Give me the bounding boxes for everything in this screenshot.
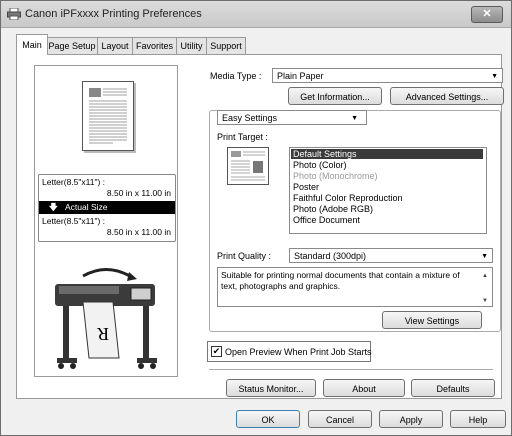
settings-mode-select[interactable]: Easy Settings ▼ bbox=[217, 110, 367, 125]
tab-favorites[interactable]: Favorites bbox=[132, 37, 177, 54]
advanced-settings-button[interactable]: Advanced Settings... bbox=[390, 87, 504, 105]
get-information-button[interactable]: Get Information... bbox=[288, 87, 382, 105]
tab-page-setup[interactable]: Page Setup bbox=[46, 37, 98, 54]
open-preview-label[interactable]: Open Preview When Print Job Starts bbox=[225, 347, 372, 357]
source-size-value: 8.50 in x 11.00 in bbox=[106, 188, 171, 198]
open-preview-checkbox[interactable]: ✔ bbox=[211, 346, 222, 357]
printed-page-letter: R bbox=[97, 324, 109, 344]
list-item[interactable]: Faithful Color Reproduction bbox=[293, 193, 403, 203]
printer-icon bbox=[7, 8, 21, 20]
main-tab-panel: Letter(8.5"x11") : 8.50 in x 11.00 in 🡇 … bbox=[16, 54, 504, 399]
list-item[interactable]: Photo (Adobe RGB) bbox=[293, 204, 373, 214]
tab-main[interactable]: Main bbox=[16, 34, 48, 55]
divider bbox=[209, 369, 493, 370]
tab-support[interactable]: Support bbox=[206, 37, 246, 54]
status-monitor-button[interactable]: Status Monitor... bbox=[226, 379, 316, 397]
scroll-up-icon[interactable]: ▲ bbox=[482, 271, 488, 282]
about-button[interactable]: About bbox=[323, 379, 405, 397]
output-size-label: Letter(8.5"x11") : bbox=[42, 216, 106, 226]
media-type-select[interactable]: Plain Paper ▼ bbox=[272, 68, 503, 83]
defaults-button[interactable]: Defaults bbox=[411, 379, 495, 397]
close-button[interactable]: ✕ bbox=[471, 6, 503, 23]
actual-size-label: Actual Size bbox=[65, 202, 108, 212]
chevron-down-icon: ▼ bbox=[351, 115, 358, 122]
list-item[interactable]: Default Settings bbox=[293, 149, 357, 159]
print-quality-select[interactable]: Standard (300dpi) ▼ bbox=[289, 248, 493, 263]
paper-preview bbox=[82, 81, 134, 151]
printer-illustration-icon: R bbox=[55, 268, 157, 369]
preview-area: Letter(8.5"x11") : 8.50 in x 11.00 in 🡇 … bbox=[34, 65, 178, 377]
page-thumbnail-icon bbox=[89, 88, 127, 144]
list-item[interactable]: Poster bbox=[293, 182, 319, 192]
title-bar: Canon iPFxxxx Printing Preferences ✕ bbox=[1, 1, 511, 28]
media-type-value: Plain Paper bbox=[277, 71, 324, 81]
output-size-value: 8.50 in x 11.00 in bbox=[106, 227, 171, 237]
print-target-label: Print Target : bbox=[217, 132, 268, 142]
view-settings-button[interactable]: View Settings bbox=[382, 311, 482, 329]
help-button[interactable]: Help bbox=[450, 410, 506, 428]
tab-layout[interactable]: Layout bbox=[97, 37, 133, 54]
cancel-button[interactable]: Cancel bbox=[308, 410, 372, 428]
print-quality-label: Print Quality : bbox=[217, 251, 272, 261]
down-arrow-icon: 🡇 bbox=[49, 202, 58, 212]
printing-preferences-window: Canon iPFxxxx Printing Preferences ✕ Mai… bbox=[0, 0, 512, 436]
print-quality-value: Standard (300dpi) bbox=[294, 251, 367, 261]
window-title: Canon iPFxxxx Printing Preferences bbox=[25, 8, 202, 20]
chevron-down-icon: ▼ bbox=[491, 73, 498, 80]
ok-button[interactable]: OK bbox=[236, 410, 300, 428]
description-box: Suitable for printing normal documents t… bbox=[217, 267, 493, 307]
list-item[interactable]: Photo (Monochrome) bbox=[293, 171, 378, 181]
chevron-down-icon: ▼ bbox=[481, 253, 488, 260]
list-item[interactable]: Office Document bbox=[293, 215, 360, 225]
apply-button[interactable]: Apply bbox=[379, 410, 443, 428]
document-thumbnail-icon bbox=[227, 147, 269, 185]
paper-size-info: Letter(8.5"x11") : 8.50 in x 11.00 in 🡇 … bbox=[38, 174, 176, 242]
media-type-label: Media Type : bbox=[210, 71, 262, 81]
scroll-down-icon[interactable]: ▼ bbox=[482, 296, 488, 307]
description-text: Suitable for printing normal documents t… bbox=[221, 270, 460, 291]
settings-mode-value: Easy Settings bbox=[222, 113, 278, 123]
list-item[interactable]: Photo (Color) bbox=[293, 160, 347, 170]
tab-utility[interactable]: Utility bbox=[176, 37, 207, 54]
print-target-list[interactable]: Default Settings Photo (Color) Photo (Mo… bbox=[289, 147, 487, 234]
actual-size-bar: 🡇 Actual Size bbox=[39, 201, 175, 214]
source-size-label: Letter(8.5"x11") : bbox=[42, 177, 106, 187]
